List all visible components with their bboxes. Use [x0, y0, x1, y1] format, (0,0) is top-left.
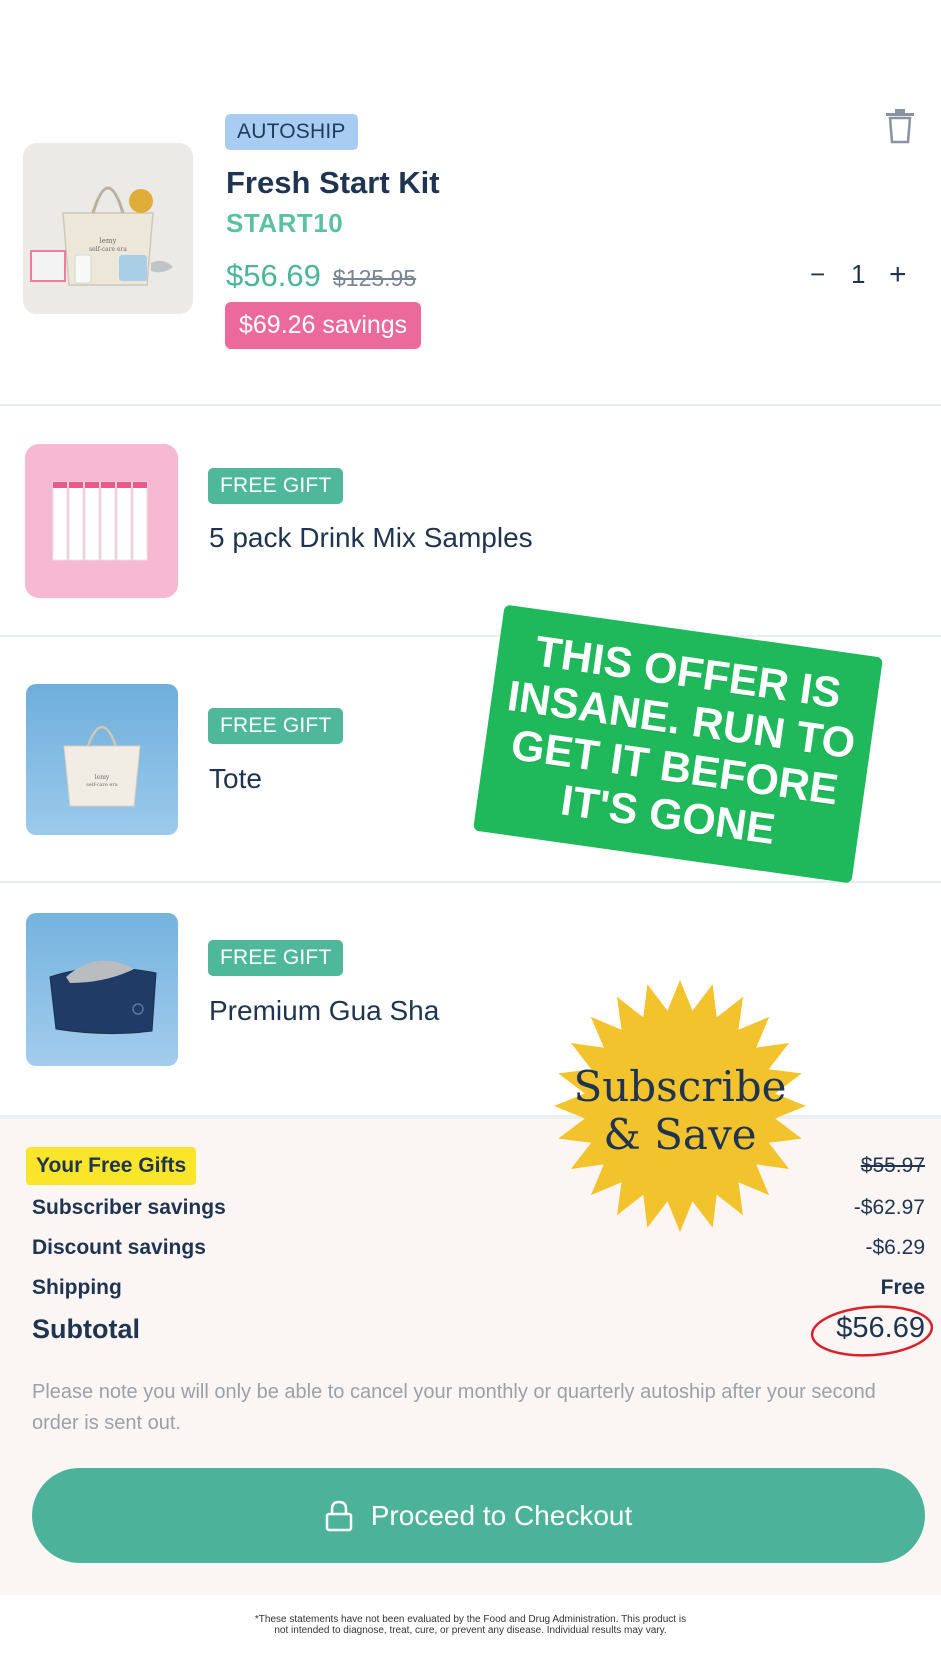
svg-text:lemy: lemy — [100, 237, 117, 245]
badge-line-1: Subscribe — [573, 1062, 786, 1111]
gift-title: 5 pack Drink Mix Samples — [209, 522, 533, 553]
original-price: $125.95 — [333, 265, 417, 291]
shipping-label: Shipping — [32, 1276, 122, 1299]
cart-item-fresh-start-kit: lemy self-care era AUTOSHIP Fresh Start … — [0, 0, 941, 404]
proceed-to-checkout-button[interactable]: Proceed to Checkout — [32, 1468, 925, 1563]
svg-text:self-care era: self-care era — [89, 246, 127, 253]
lock-icon — [325, 1500, 353, 1532]
discount-savings-value: -$6.29 — [865, 1236, 925, 1259]
minus-icon: − — [810, 259, 826, 289]
free-gift-badge: FREE GIFT — [208, 468, 344, 504]
quantity-increment-button[interactable]: + — [889, 258, 907, 292]
plus-icon: + — [889, 258, 907, 291]
gift-title: Premium Gua Sha — [209, 995, 440, 1026]
quantity-value: 1 — [851, 259, 866, 289]
subscriber-savings-label: Subscriber savings — [32, 1196, 226, 1219]
drink-mix-image[interactable] — [25, 444, 178, 598]
quantity-decrement-button[interactable]: − — [810, 259, 825, 290]
subscribe-save-badge: Subscribe & Save — [550, 978, 810, 1234]
free-gift-badge: FREE GIFT — [208, 940, 344, 976]
checkout-label: Proceed to Checkout — [370, 1499, 633, 1531]
gift-title: Tote — [209, 763, 262, 794]
promo-code: START10 — [226, 208, 344, 238]
disclaimer-line-2: not intended to diagnose, treat, cure, o… — [274, 1625, 667, 1636]
svg-text:lemy: lemy — [95, 774, 110, 781]
cart-item-drink-mix-samples: FREE GIFT 5 pack Drink Mix Samples — [0, 406, 941, 635]
promo-sticker-text: THIS OFFER IS INSANE. RUN TO GET IT BEFO… — [504, 627, 859, 855]
disclaimer-line-1: *These statements have not been evaluate… — [254, 1614, 687, 1625]
subtotal-circle-annotation — [810, 1305, 934, 1357]
free-gifts-label: Your Free Gifts — [26, 1147, 197, 1185]
gua-sha-image[interactable] — [26, 913, 178, 1066]
free-gifts-value: $55.97 — [860, 1154, 925, 1177]
product-title[interactable]: Fresh Start Kit — [226, 165, 440, 201]
autoship-badge: AUTOSHIP — [225, 114, 358, 150]
free-gift-badge: FREE GIFT — [208, 708, 344, 744]
sale-price: $56.69 — [226, 258, 321, 293]
fresh-start-kit-image[interactable]: lemy self-care era — [23, 143, 193, 314]
badge-line-2: & Save — [603, 1110, 756, 1159]
fda-disclaimer: *These statements have not been evaluate… — [0, 1614, 941, 1636]
subscriber-savings-value: -$62.97 — [853, 1196, 925, 1219]
savings-badge: $69.26 savings — [225, 302, 422, 349]
shipping-value: Free — [880, 1276, 925, 1299]
tote-image[interactable]: lemy self-care era — [26, 684, 178, 835]
discount-savings-label: Discount savings — [32, 1236, 206, 1259]
autoship-note: Please note you will only be able to can… — [32, 1381, 876, 1434]
svg-text:self-care era: self-care era — [86, 782, 118, 788]
trash-icon[interactable] — [884, 108, 916, 144]
subtotal-label: Subtotal — [32, 1314, 140, 1344]
